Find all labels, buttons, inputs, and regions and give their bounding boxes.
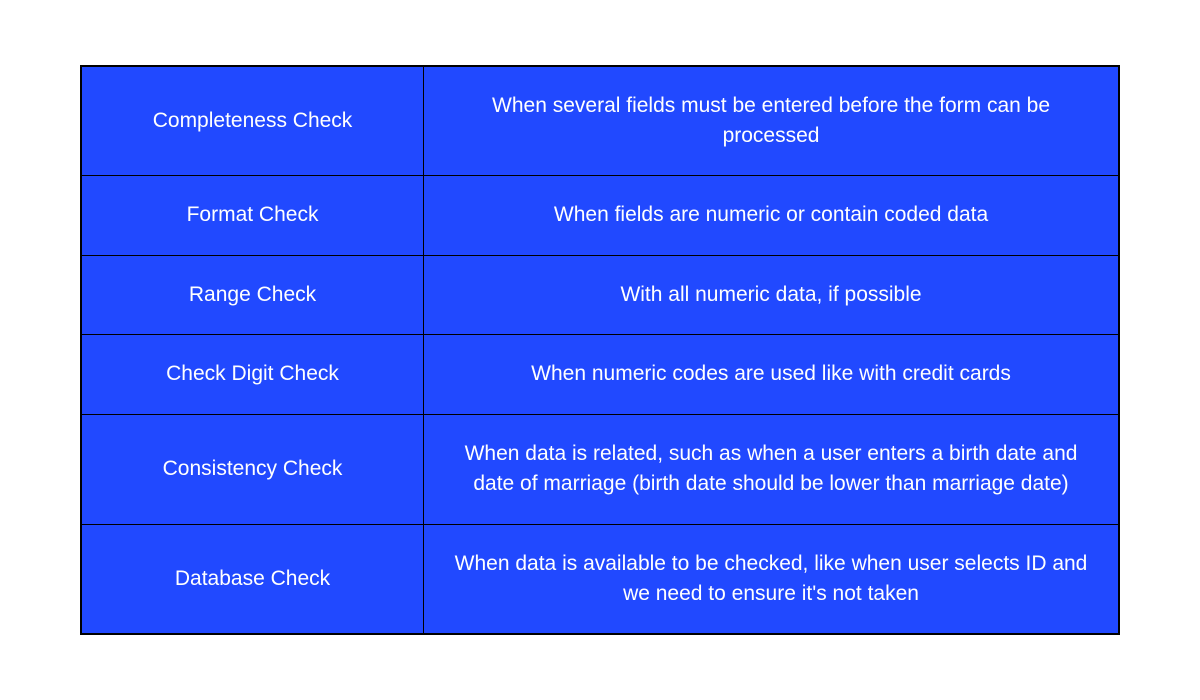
check-desc-cell: When data is available to be checked, li…: [424, 524, 1119, 634]
table-row: Completeness Check When several fields m…: [81, 66, 1119, 176]
check-desc-cell: When numeric codes are used like with cr…: [424, 335, 1119, 414]
check-desc-cell: With all numeric data, if possible: [424, 255, 1119, 334]
check-desc-cell: When fields are numeric or contain coded…: [424, 176, 1119, 255]
table-row: Database Check When data is available to…: [81, 524, 1119, 634]
checks-table: Completeness Check When several fields m…: [80, 65, 1120, 636]
table-row: Range Check With all numeric data, if po…: [81, 255, 1119, 334]
check-name-cell: Database Check: [81, 524, 424, 634]
check-name-cell: Range Check: [81, 255, 424, 334]
table-row: Format Check When fields are numeric or …: [81, 176, 1119, 255]
table-row: Consistency Check When data is related, …: [81, 414, 1119, 524]
check-desc-cell: When several fields must be entered befo…: [424, 66, 1119, 176]
check-name-cell: Consistency Check: [81, 414, 424, 524]
check-name-cell: Format Check: [81, 176, 424, 255]
check-name-cell: Check Digit Check: [81, 335, 424, 414]
check-desc-cell: When data is related, such as when a use…: [424, 414, 1119, 524]
check-name-cell: Completeness Check: [81, 66, 424, 176]
table-row: Check Digit Check When numeric codes are…: [81, 335, 1119, 414]
validation-checks-table: Completeness Check When several fields m…: [80, 65, 1120, 636]
